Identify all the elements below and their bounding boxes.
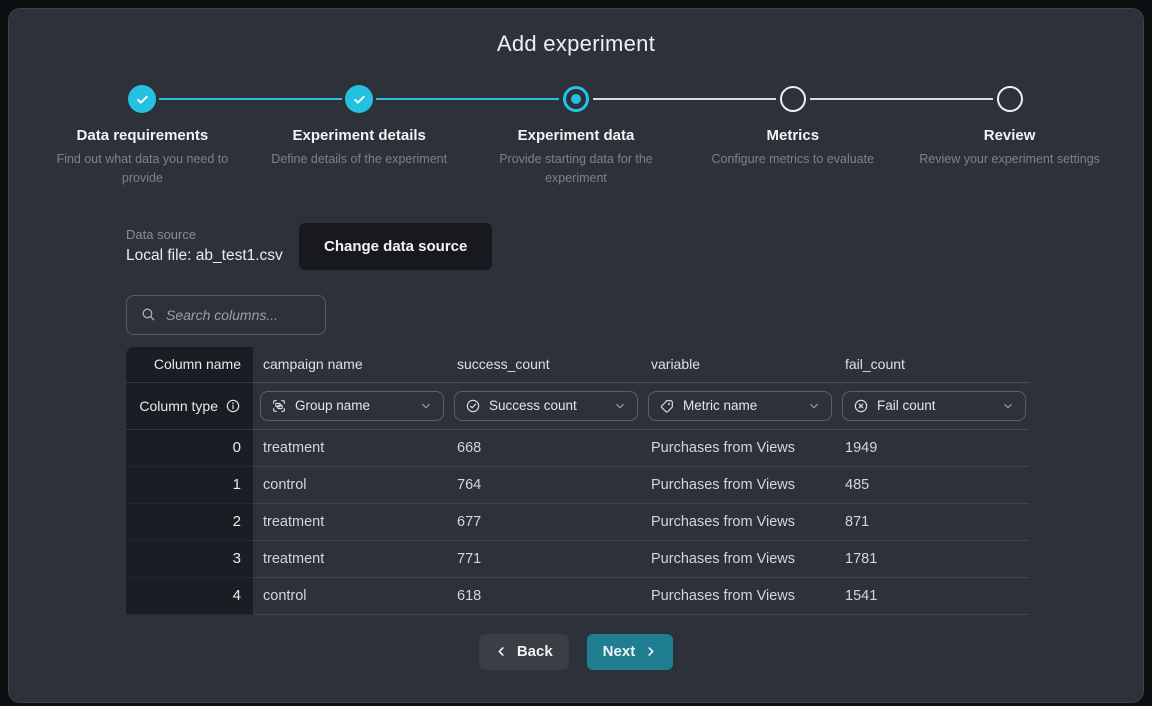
table-cell: control — [253, 467, 447, 504]
columns-table: Column name campaign name success_count … — [126, 347, 1029, 615]
step-label: Experiment data — [518, 127, 635, 144]
stepper-connector — [593, 98, 776, 100]
metric-name-type-dropdown[interactable]: Metric name — [648, 391, 832, 421]
table-cell: 618 — [447, 578, 641, 615]
search-icon — [140, 306, 157, 323]
back-button-label: Back — [517, 643, 553, 660]
row-index: 1 — [126, 467, 253, 504]
column-type-header: Column type — [126, 383, 253, 430]
step-description: Define details of the experiment — [271, 150, 447, 169]
data-source-value: Local file: ab_test1.csv — [126, 247, 299, 265]
step-current-circle — [563, 86, 589, 112]
column-type-cell: Metric name — [641, 383, 835, 430]
current-step-dot-icon — [571, 94, 581, 104]
circle-check-icon — [465, 398, 481, 414]
check-icon — [352, 92, 367, 107]
back-button[interactable]: Back — [479, 634, 569, 670]
dropdown-value: Fail count — [877, 398, 993, 413]
info-icon[interactable] — [225, 398, 241, 414]
dropdown-value: Group name — [295, 398, 411, 413]
step-data-requirements[interactable]: Data requirements Find out what data you… — [34, 85, 251, 189]
stepper-connector — [159, 98, 342, 100]
stepper-connector — [376, 98, 559, 100]
wizard-stepper: Data requirements Find out what data you… — [34, 85, 1118, 189]
step-experiment-details[interactable]: Experiment details Define details of the… — [251, 85, 468, 189]
row-index: 0 — [126, 430, 253, 467]
page-title: Add experiment — [9, 31, 1143, 57]
check-icon — [135, 92, 150, 107]
dropdown-value: Success count — [489, 398, 605, 413]
column-type-cell: Fail count — [835, 383, 1029, 430]
search-columns-box[interactable] — [126, 295, 326, 335]
step-completed-circle — [128, 85, 156, 113]
table-cell: Purchases from Views — [641, 467, 835, 504]
fail-count-type-dropdown[interactable]: Fail count — [842, 391, 1026, 421]
table-cell: treatment — [253, 541, 447, 578]
row-index: 3 — [126, 541, 253, 578]
table-cell: control — [253, 578, 447, 615]
change-data-source-button[interactable]: Change data source — [299, 223, 492, 270]
table-cell: 764 — [447, 467, 641, 504]
column-type-label: Column type — [139, 398, 218, 414]
tag-icon — [659, 398, 675, 414]
step-completed-circle — [345, 85, 373, 113]
row-index: 2 — [126, 504, 253, 541]
table-cell: 677 — [447, 504, 641, 541]
column-header: campaign name — [253, 347, 447, 383]
column-header: success_count — [447, 347, 641, 383]
group-name-type-dropdown[interactable]: Group name — [260, 391, 444, 421]
table-cell: 871 — [835, 504, 1029, 541]
table-cell: 771 — [447, 541, 641, 578]
table-cell: Purchases from Views — [641, 430, 835, 467]
dropdown-value: Metric name — [683, 398, 799, 413]
table-cell: 668 — [447, 430, 641, 467]
step-description: Review your experiment settings — [919, 150, 1100, 169]
column-header: fail_count — [835, 347, 1029, 383]
step-label: Experiment details — [293, 127, 426, 144]
circle-x-icon — [853, 398, 869, 414]
chevron-left-icon — [495, 645, 508, 658]
step-label: Metrics — [767, 127, 820, 144]
step-description: Provide starting data for the experiment — [476, 150, 676, 189]
table-cell: 1949 — [835, 430, 1029, 467]
data-source-label: Data source — [126, 227, 299, 242]
step-upcoming-circle — [997, 86, 1023, 112]
table-cell: Purchases from Views — [641, 504, 835, 541]
step-metrics[interactable]: Metrics Configure metrics to evaluate — [684, 85, 901, 189]
stepper-connector — [810, 98, 993, 100]
column-name-header: Column name — [126, 347, 253, 383]
add-experiment-modal: Add experiment Data requirements Find ou… — [8, 8, 1144, 703]
table-cell: 485 — [835, 467, 1029, 504]
table-cell: Purchases from Views — [641, 578, 835, 615]
table-cell: 1781 — [835, 541, 1029, 578]
chevron-down-icon — [613, 399, 627, 413]
next-button-label: Next — [603, 643, 636, 660]
step-upcoming-circle — [780, 86, 806, 112]
step-label: Data requirements — [77, 127, 209, 144]
chevron-down-icon — [419, 399, 433, 413]
object-group-icon — [271, 398, 287, 414]
step-review[interactable]: Review Review your experiment settings — [901, 85, 1118, 189]
chevron-down-icon — [807, 399, 821, 413]
step-description: Configure metrics to evaluate — [711, 150, 874, 169]
table-cell: 1541 — [835, 578, 1029, 615]
step-experiment-data[interactable]: Experiment data Provide starting data fo… — [468, 85, 685, 189]
wizard-footer: Back Next — [9, 634, 1143, 670]
column-type-cell: Success count — [447, 383, 641, 430]
search-columns-input[interactable] — [166, 307, 312, 323]
table-cell: Purchases from Views — [641, 541, 835, 578]
column-type-cell: Group name — [253, 383, 447, 430]
chevron-right-icon — [644, 645, 657, 658]
next-button[interactable]: Next — [587, 634, 674, 670]
data-source-section: Data source Local file: ab_test1.csv Cha… — [126, 223, 1143, 270]
row-index: 4 — [126, 578, 253, 615]
table-cell: treatment — [253, 430, 447, 467]
step-label: Review — [984, 127, 1036, 144]
chevron-down-icon — [1001, 399, 1015, 413]
column-header: variable — [641, 347, 835, 383]
step-description: Find out what data you need to provide — [42, 150, 242, 189]
success-count-type-dropdown[interactable]: Success count — [454, 391, 638, 421]
table-cell: treatment — [253, 504, 447, 541]
